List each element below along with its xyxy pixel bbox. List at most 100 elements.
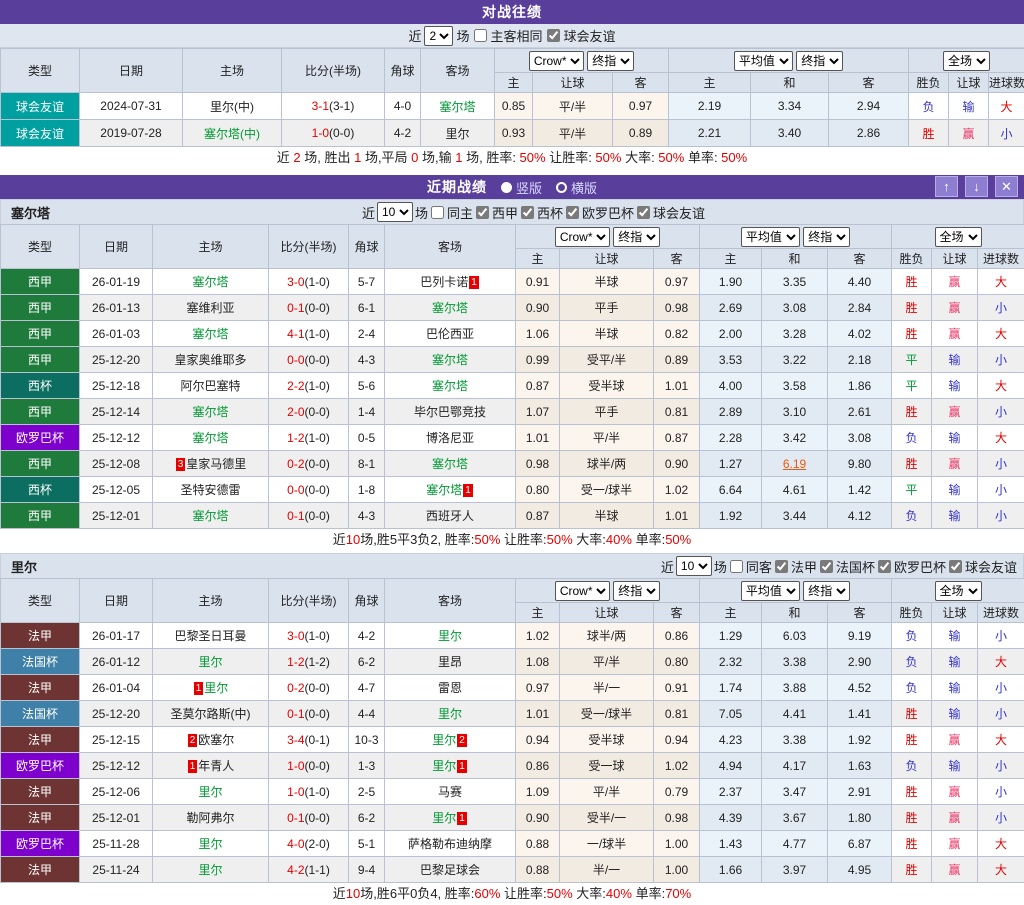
team-name[interactable]: 里尔 [198, 837, 222, 851]
team-name[interactable]: 马赛 [438, 785, 462, 799]
celta-avg-select[interactable]: 平均值 [741, 227, 800, 247]
team-name[interactable]: 圣特安德雷 [180, 483, 240, 497]
handicap-away-odds: 1.02 [654, 477, 700, 503]
celta-scope-select[interactable]: 全场 [935, 227, 982, 247]
team-name[interactable]: 圣莫尔路斯(中) [171, 707, 251, 721]
lille-odds-time-select[interactable]: 终指 [613, 581, 660, 601]
team-name[interactable]: 里尔 [204, 681, 228, 695]
home-team-cell: 巴黎圣日耳曼 [153, 623, 269, 649]
europa-checkbox[interactable] [566, 206, 579, 219]
h2h-avg-time-select[interactable]: 终指 [796, 51, 843, 71]
summary-text: 60% [474, 886, 500, 901]
highlighted-odds[interactable]: 6.19 [783, 457, 806, 471]
match-row: 球会友谊2024-07-31里尔(中)3-1(3-1)4-0塞尔塔0.85平/半… [1, 93, 1024, 120]
laliga-checkbox[interactable] [476, 206, 489, 219]
team-name[interactable]: 塞尔塔 [426, 483, 462, 497]
result-goals: 大 [978, 857, 1024, 883]
team-name[interactable]: 塞尔塔 [432, 379, 468, 393]
lille-avg-select[interactable]: 平均值 [741, 581, 800, 601]
team-name[interactable]: 里尔 [438, 629, 462, 643]
avg-draw-odds: 3.38 [762, 649, 828, 675]
coupe-checkbox[interactable] [820, 560, 833, 573]
team-name[interactable]: 巴列卡诺 [420, 275, 468, 289]
h2h-odds-source-select[interactable]: Crow* [529, 51, 584, 71]
team-name[interactable]: 勒阿弗尔 [186, 811, 234, 825]
handicap-line: 平手 [560, 295, 654, 321]
team-name[interactable]: 塞尔塔 [192, 509, 228, 523]
h2h-odds-time-select[interactable]: 终指 [587, 51, 634, 71]
horizontal-layout-radio[interactable] [556, 182, 567, 193]
away-team-cell: 里尔 [385, 623, 516, 649]
team-name[interactable]: 里尔 [432, 759, 456, 773]
team-name[interactable]: 塞尔塔 [192, 327, 228, 341]
team-name[interactable]: 西班牙人 [426, 509, 474, 523]
team-name[interactable]: 巴黎足球会 [420, 863, 480, 877]
same-away-checkbox[interactable] [730, 560, 743, 573]
lille-odds-source-select[interactable]: Crow* [555, 581, 610, 601]
team-name[interactable]: 里尔 [432, 811, 456, 825]
vertical-layout-radio[interactable] [501, 182, 512, 193]
team-name[interactable]: 塞尔塔 [439, 100, 475, 114]
friendly-checkbox[interactable] [949, 560, 962, 573]
lille-count-select[interactable]: 10 [676, 556, 712, 576]
celta-count-select[interactable]: 10 [377, 202, 413, 222]
corner-cell: 1-3 [349, 753, 385, 779]
team-name[interactable]: 里尔 [438, 707, 462, 721]
europa-checkbox[interactable] [878, 560, 891, 573]
team-name[interactable]: 里昂 [438, 655, 462, 669]
avg-home-odds: 3.53 [700, 347, 762, 373]
team-name[interactable]: 欧塞尔 [198, 733, 234, 747]
celta-avg-time-select[interactable]: 终指 [803, 227, 850, 247]
team-name[interactable]: 博洛尼亚 [426, 431, 474, 445]
team-name[interactable]: 里尔 [198, 655, 222, 669]
h2h-scope-select[interactable]: 全场 [943, 51, 990, 71]
friendly-checkbox[interactable] [637, 206, 650, 219]
avg-draw-odds: 3.58 [762, 373, 828, 399]
team-name[interactable]: 皇家奥维耶多 [174, 353, 246, 367]
copa-checkbox[interactable] [521, 206, 534, 219]
vertical-layout-label[interactable]: 竖版 [516, 178, 542, 197]
team-name[interactable]: 塞尔塔 [192, 275, 228, 289]
team-name[interactable]: 雷恩 [438, 681, 462, 695]
team-name[interactable]: 塞尔塔 [432, 353, 468, 367]
move-up-button[interactable]: ↑ [935, 176, 958, 197]
close-button[interactable]: ✕ [995, 176, 1018, 197]
h2h-avg-select[interactable]: 平均值 [734, 51, 793, 71]
celta-odds-time-select[interactable]: 终指 [613, 227, 660, 247]
team-name[interactable]: 塞尔塔 [432, 457, 468, 471]
match-row: 西杯25-12-05圣特安德雷0-0(0-0)1-8塞尔塔10.80受一/球半1… [1, 477, 1024, 503]
same-home-checkbox[interactable] [431, 206, 444, 219]
team-name[interactable]: 塞尔塔 [192, 405, 228, 419]
team-name[interactable]: 里尔 [445, 127, 469, 141]
handicap-home-odds: 1.01 [516, 701, 560, 727]
match-row: 法甲26-01-17巴黎圣日耳曼3-0(1-0)4-2里尔1.02球半/两0.8… [1, 623, 1024, 649]
team-name[interactable]: 塞尔塔(中) [204, 127, 260, 141]
team-name[interactable]: 塞维利亚 [186, 301, 234, 315]
team-name[interactable]: 萨格勒布迪纳摩 [408, 837, 492, 851]
lille-avg-time-select[interactable]: 终指 [803, 581, 850, 601]
team-name[interactable]: 毕尔巴鄂竞技 [414, 405, 486, 419]
lille-scope-select[interactable]: 全场 [935, 581, 982, 601]
team-name[interactable]: 巴伦西亚 [426, 327, 474, 341]
team-name[interactable]: 阿尔巴塞特 [180, 379, 240, 393]
ligue1-checkbox[interactable] [775, 560, 788, 573]
team-name[interactable]: 塞尔塔 [192, 431, 228, 445]
team-name[interactable]: 里尔 [198, 863, 222, 877]
celta-odds-source-select[interactable]: Crow* [555, 227, 610, 247]
move-down-button[interactable]: ↓ [965, 176, 988, 197]
team-name[interactable]: 里尔(中) [210, 100, 254, 114]
team-name[interactable]: 塞尔塔 [432, 301, 468, 315]
team-name[interactable]: 巴黎圣日耳曼 [174, 629, 246, 643]
team-name[interactable]: 皇家马德里 [186, 457, 246, 471]
match-row: 西甲26-01-19塞尔塔3-0(1-0)5-7巴列卡诺10.91半球0.971… [1, 269, 1024, 295]
same-home-away-checkbox[interactable] [474, 29, 487, 42]
team-name[interactable]: 年青人 [198, 759, 234, 773]
horizontal-layout-label[interactable]: 横版 [571, 178, 597, 197]
team-name[interactable]: 里尔 [432, 733, 456, 747]
team-name[interactable]: 里尔 [198, 785, 222, 799]
corner-cell: 4-2 [349, 623, 385, 649]
h2h-count-select[interactable]: 2 [424, 26, 453, 46]
handicap-home-odds: 0.90 [516, 295, 560, 321]
friendly-checkbox[interactable] [547, 29, 560, 42]
col-home: 主场 [153, 579, 269, 623]
